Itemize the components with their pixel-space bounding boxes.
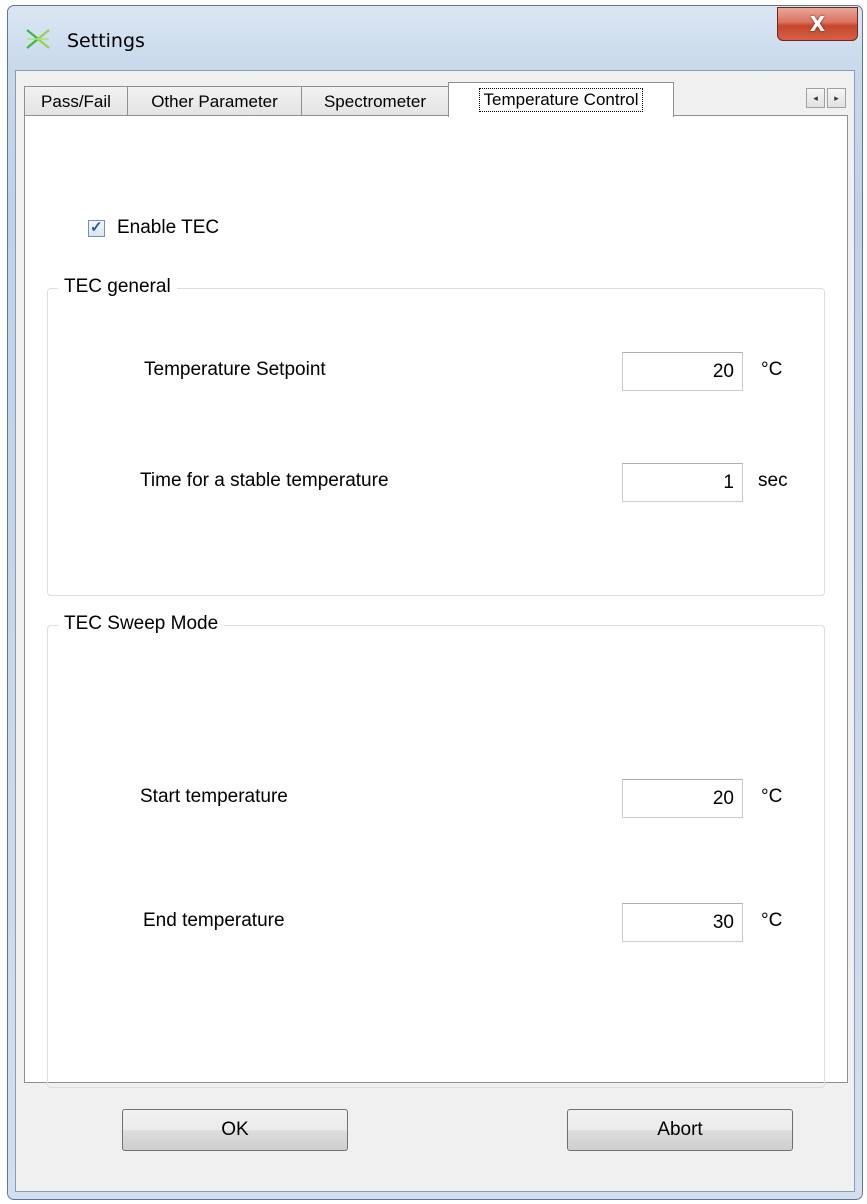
end-temperature-unit: °C: [761, 910, 783, 931]
setpoint-unit: °C: [761, 359, 783, 380]
enable-tec-label[interactable]: Enable TEC: [117, 217, 219, 239]
desktop-background: Settings X Pass/Fail Other Parameter Spe…: [0, 0, 867, 1204]
start-temperature-input[interactable]: 20: [622, 779, 743, 818]
close-button[interactable]: X: [777, 7, 858, 41]
settings-window: Settings X Pass/Fail Other Parameter Spe…: [7, 5, 863, 1200]
tab-pass-fail[interactable]: Pass/Fail: [24, 86, 128, 116]
enable-tec-checkbox[interactable]: ✓: [88, 219, 105, 237]
signal-x-icon: [26, 29, 50, 49]
tab-other-parameter[interactable]: Other Parameter: [127, 86, 302, 116]
abort-button-label: Abort: [657, 1119, 703, 1140]
setpoint-label: Temperature Setpoint: [144, 359, 326, 380]
tab-label: Temperature Control: [478, 88, 644, 112]
close-icon: X: [809, 12, 826, 36]
tab-label: Pass/Fail: [41, 91, 111, 111]
tab-label: Other Parameter: [151, 91, 278, 111]
tab-bar: Pass/Fail Other Parameter Spectrometer T…: [24, 82, 850, 117]
tab-scroll-buttons: ◂ ▸: [806, 88, 848, 110]
tec-general-group: TEC general Temperature Setpoint 20 °C T…: [47, 276, 825, 596]
check-icon: ✓: [90, 219, 103, 236]
tab-panel-temperature-control: ✓ Enable TEC TEC general Temperature Set…: [24, 115, 848, 1088]
ok-button[interactable]: OK: [122, 1109, 348, 1151]
start-temperature-unit: °C: [761, 786, 783, 807]
tec-sweep-mode-group: TEC Sweep Mode Start temperature 20 °C E…: [47, 613, 825, 1088]
title-bar[interactable]: Settings X: [8, 6, 862, 70]
stable-time-label: Time for a stable temperature: [140, 470, 389, 491]
window-title: Settings: [67, 30, 145, 52]
tab-label: Spectrometer: [323, 91, 427, 111]
tab-temperature-control[interactable]: Temperature Control: [448, 82, 674, 117]
scroll-left-icon[interactable]: ◂: [806, 88, 825, 108]
setpoint-input[interactable]: 20: [622, 352, 743, 391]
abort-button[interactable]: Abort: [567, 1109, 793, 1151]
stable-time-unit: sec: [758, 470, 788, 491]
scroll-right-icon[interactable]: ▸: [827, 88, 846, 108]
group-title: TEC Sweep Mode: [58, 613, 225, 635]
tab-spectrometer[interactable]: Spectrometer: [301, 86, 449, 116]
end-temperature-input[interactable]: 30: [622, 903, 743, 942]
ok-button-label: OK: [221, 1119, 249, 1140]
end-temperature-label: End temperature: [143, 910, 285, 931]
group-title: TEC general: [58, 276, 177, 298]
stable-time-input[interactable]: 1: [622, 463, 743, 502]
start-temperature-label: Start temperature: [140, 786, 288, 807]
dialog-client-area: Pass/Fail Other Parameter Spectrometer T…: [15, 70, 855, 1192]
